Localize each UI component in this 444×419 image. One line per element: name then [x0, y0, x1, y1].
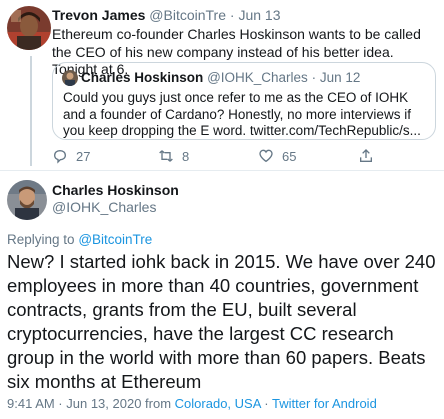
- timestamp[interactable]: 9:41 AM · Jun 13, 2020 from: [7, 396, 171, 411]
- main-author-name[interactable]: Charles Hoskinson: [52, 182, 179, 198]
- replying-to: Replying to @BitcoinTre: [7, 232, 152, 247]
- source-link[interactable]: Twitter for Android: [272, 396, 377, 411]
- quote-date: Jun 12: [319, 70, 361, 85]
- tweet-meta: 9:41 AM · Jun 13, 2020 from Colorado, US…: [7, 396, 377, 411]
- quote-author-name: Charles Hoskinson: [81, 70, 204, 85]
- main-author-handle[interactable]: @IOHK_Charles: [52, 199, 156, 215]
- share-button[interactable]: [358, 148, 382, 164]
- reply-icon: [53, 149, 67, 164]
- quote-author-avatar: [62, 70, 78, 86]
- heart-icon: [259, 149, 273, 163]
- parent-author-handle[interactable]: @BitcoinTre: [149, 7, 226, 23]
- location-link[interactable]: Colorado, USA: [175, 396, 261, 411]
- like-count: 65: [282, 148, 297, 164]
- meta-separator: ·: [264, 396, 269, 411]
- parent-header: Trevon James @BitcoinTre · Jun 13: [52, 7, 281, 23]
- reply-count: 27: [76, 148, 91, 164]
- retweet-icon: [159, 150, 173, 162]
- parent-actions: 27 8 65: [52, 148, 432, 166]
- divider: [0, 170, 444, 171]
- retweet-button[interactable]: 8: [158, 148, 189, 164]
- quote-author-handle: @IOHK_Charles: [207, 70, 308, 85]
- quote-separator: ·: [311, 70, 317, 85]
- main-tweet-text: New? I started iohk back in 2015. We hav…: [7, 251, 436, 392]
- parent-date[interactable]: Jun 13: [238, 7, 280, 23]
- quote-header: Charles Hoskinson @IOHK_Charles · Jun 12: [81, 70, 360, 85]
- charles-avatar[interactable]: [7, 180, 47, 220]
- parent-separator: ·: [229, 7, 235, 23]
- replying-handle-link[interactable]: @BitcoinTre: [78, 232, 152, 247]
- trevon-avatar[interactable]: [7, 6, 51, 50]
- reply-button[interactable]: 27: [52, 148, 90, 164]
- thread-line: [30, 56, 32, 166]
- share-icon: [360, 149, 372, 162]
- replying-prefix: Replying to: [7, 232, 75, 247]
- parent-author-name[interactable]: Trevon James: [52, 7, 145, 23]
- quote-text: Could you guys just once refer to me as …: [63, 90, 421, 138]
- retweet-count: 8: [182, 148, 190, 164]
- parent-tweet[interactable]: Trevon James @BitcoinTre · Jun 13 Ethere…: [0, 0, 444, 176]
- like-button[interactable]: 65: [258, 148, 296, 164]
- quoted-tweet[interactable]: Charles Hoskinson @IOHK_Charles · Jun 12…: [52, 62, 436, 140]
